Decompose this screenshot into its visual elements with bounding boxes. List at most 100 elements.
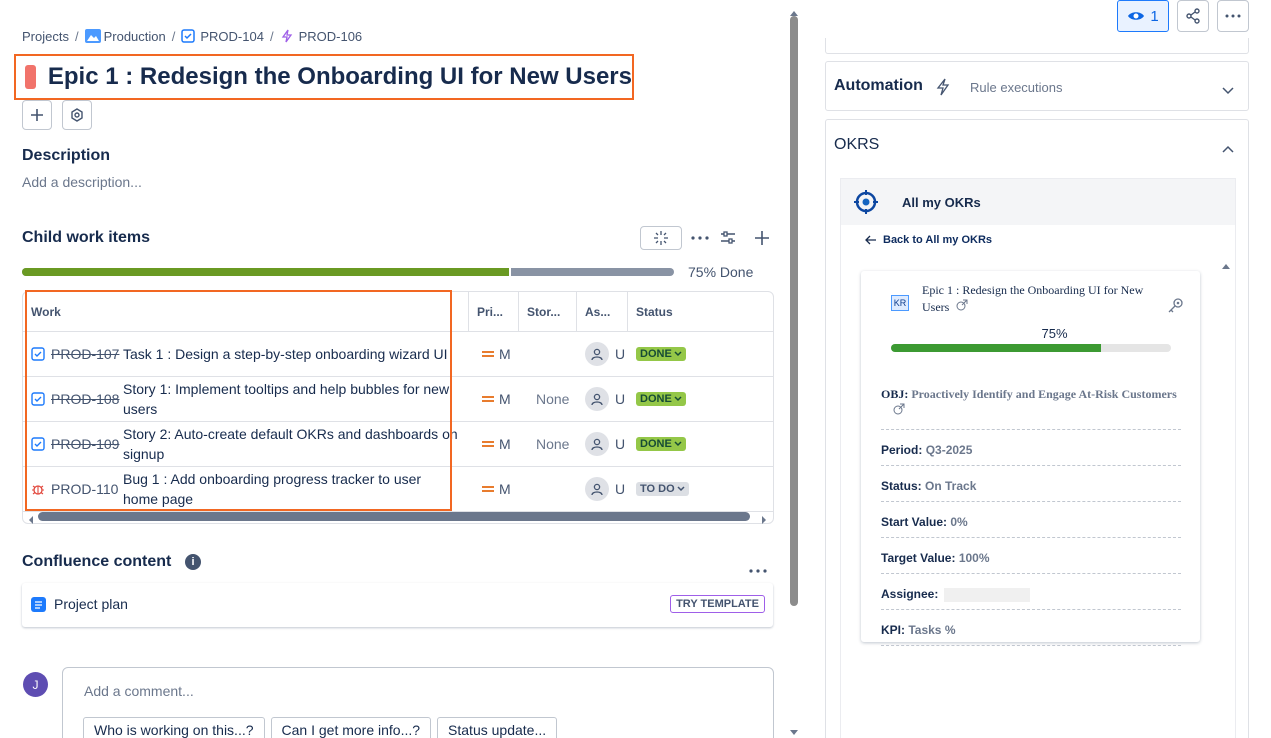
priority-medium-icon: [482, 396, 494, 402]
priority-cell[interactable]: M: [469, 332, 527, 376]
add-child-icon[interactable]: [753, 229, 771, 247]
divider: [881, 609, 1181, 610]
assignee-avatar: [585, 432, 609, 456]
vertical-scrollbar[interactable]: [790, 16, 798, 606]
comment-placeholder[interactable]: Add a comment...: [84, 683, 194, 699]
info-icon[interactable]: i: [185, 554, 201, 570]
okr-field-label: Assignee:: [881, 587, 939, 601]
status-lozenge[interactable]: DONE: [636, 437, 686, 451]
scroll-down-icon[interactable]: [789, 724, 799, 735]
status-cell[interactable]: TO DO: [628, 467, 773, 511]
status-cell[interactable]: DONE: [628, 377, 773, 421]
okr-field: Start Value: 0%: [881, 515, 968, 529]
breadcrumb: Projects / Production / PROD-104 / PROD-…: [22, 26, 362, 46]
col-status[interactable]: Status: [628, 292, 773, 331]
col-story-points[interactable]: Stor...: [519, 292, 577, 331]
kr-progress-label: 75%: [1041, 326, 1068, 341]
status-value: DONE: [640, 438, 672, 450]
breadcrumb-separator: /: [269, 28, 274, 44]
priority-cell[interactable]: M: [469, 377, 527, 421]
assignee-cell[interactable]: U: [577, 467, 628, 511]
okr-scroll-up-icon[interactable]: [1221, 257, 1231, 269]
breadcrumb-projects[interactable]: Projects: [22, 29, 69, 44]
chevron-down-icon: [677, 486, 685, 492]
project-icon: [84, 29, 101, 43]
apps-button[interactable]: [62, 100, 92, 130]
priority-value: M: [499, 346, 511, 362]
project-plan-link[interactable]: Project plan: [54, 596, 128, 612]
horizontal-scrollbar[interactable]: [38, 512, 750, 521]
divider: [881, 573, 1181, 574]
confluence-heading: Confluence content: [22, 553, 172, 570]
breadcrumb-separator: /: [74, 28, 79, 44]
task-checkbox-icon: [181, 29, 196, 43]
chevron-up-icon[interactable]: [1222, 140, 1234, 153]
okr-field: Assignee:: [881, 587, 1030, 602]
automation-panel[interactable]: Automation Rule executions: [825, 61, 1249, 111]
more-icon: [1225, 14, 1241, 18]
kr-title[interactable]: Epic 1 : Redesign the Onboarding UI for …: [922, 282, 1167, 316]
okr-field: Status: On Track: [881, 479, 976, 493]
status-lozenge[interactable]: TO DO: [636, 482, 689, 496]
more-options-icon[interactable]: [690, 230, 710, 246]
work-column-highlight: [25, 290, 452, 511]
status-cell[interactable]: DONE: [628, 332, 773, 376]
status-value: TO DO: [640, 483, 675, 495]
external-link-icon[interactable]: [956, 299, 968, 311]
page-icon: [31, 597, 46, 612]
assignee-cell[interactable]: U: [577, 377, 628, 421]
back-to-okrs-link[interactable]: Back to All my OKRs: [865, 234, 992, 246]
status-lozenge[interactable]: DONE: [636, 347, 686, 361]
assignee-cell[interactable]: U: [577, 332, 628, 376]
suggestion-button[interactable]: Status update...: [437, 717, 558, 738]
kr-title-text: Epic 1 : Redesign the Onboarding UI for …: [922, 283, 1144, 314]
more-actions-button[interactable]: [1217, 0, 1249, 32]
watch-count: 1: [1150, 7, 1159, 25]
status-cell[interactable]: DONE: [628, 422, 773, 466]
suggestion-button[interactable]: Who is working on this...?: [83, 717, 265, 738]
issue-title[interactable]: Epic 1 : Redesign the Onboarding UI for …: [48, 63, 632, 91]
okr-field: KPI: Tasks %: [881, 623, 955, 637]
status-value: DONE: [640, 393, 672, 405]
story-points-cell[interactable]: None: [527, 422, 577, 466]
previous-panel-edge: [825, 38, 1249, 54]
add-button[interactable]: [22, 100, 52, 130]
chevron-down-icon[interactable]: [1222, 82, 1234, 95]
priority-cell[interactable]: M: [469, 422, 527, 466]
breadcrumb-production[interactable]: Production: [104, 29, 166, 44]
okr-objective: OBJ: Proactively Identify and Engage At-…: [881, 386, 1181, 419]
key-icon[interactable]: [1167, 297, 1185, 315]
scroll-right-icon[interactable]: [760, 512, 768, 524]
col-priority[interactable]: Pri...: [469, 292, 519, 331]
person-icon: [591, 438, 603, 451]
okr-card: KR Epic 1 : Redesign the Onboarding UI f…: [861, 271, 1200, 646]
scroll-left-icon[interactable]: [27, 512, 35, 524]
share-button[interactable]: [1177, 0, 1209, 32]
breadcrumb-current[interactable]: PROD-106: [299, 29, 363, 44]
filter-settings-icon[interactable]: [719, 229, 737, 247]
eye-icon: [1128, 12, 1145, 20]
child-items-heading: Child work items: [22, 229, 151, 246]
obj-external-link-icon[interactable]: [893, 403, 1181, 419]
confluence-more-icon[interactable]: [749, 560, 767, 573]
assignee-cell[interactable]: U: [577, 422, 628, 466]
comment-box[interactable]: Add a comment... Who is working on this.…: [62, 667, 774, 738]
priority-cell[interactable]: M: [469, 467, 527, 511]
priority-value: M: [499, 481, 511, 497]
description-placeholder[interactable]: Add a description...: [22, 174, 142, 190]
scroll-up-icon[interactable]: [789, 4, 799, 16]
ai-suggest-button[interactable]: [640, 226, 682, 250]
child-progress-fill: [22, 268, 511, 276]
col-assignee[interactable]: As...: [577, 292, 628, 331]
suggestion-button[interactable]: Can I get more info...?: [270, 717, 432, 738]
status-lozenge[interactable]: DONE: [636, 392, 686, 406]
story-points-cell[interactable]: [527, 467, 577, 511]
watch-button[interactable]: 1: [1117, 0, 1169, 32]
try-template-button[interactable]: TRY TEMPLATE: [670, 595, 765, 613]
confluence-item[interactable]: Project plan TRY TEMPLATE: [22, 583, 773, 627]
priority-medium-icon: [482, 351, 494, 357]
story-points-cell[interactable]: [527, 332, 577, 376]
okrs-title: OKRS: [834, 136, 880, 153]
breadcrumb-parent[interactable]: PROD-104: [200, 29, 264, 44]
story-points-cell[interactable]: None: [527, 377, 577, 421]
